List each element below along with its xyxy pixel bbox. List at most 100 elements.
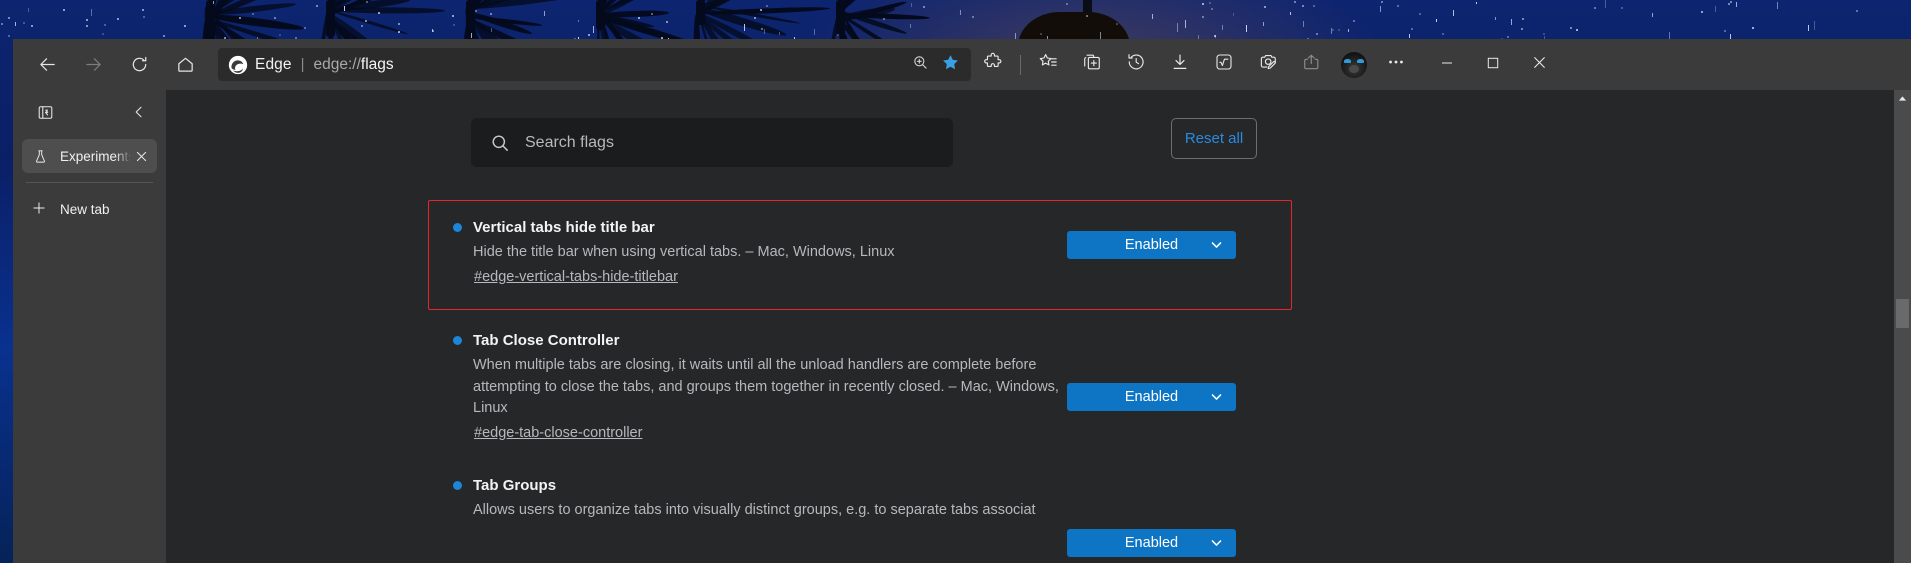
star [8, 35, 10, 37]
star [491, 28, 492, 33]
address-bar[interactable]: Edge | edge://flags [218, 48, 971, 81]
tab-close-button[interactable] [131, 146, 151, 166]
profile-avatar[interactable] [1341, 52, 1367, 78]
star [104, 24, 106, 26]
search-input[interactable] [525, 134, 905, 152]
screenshot-button[interactable] [1249, 49, 1287, 81]
star [475, 10, 477, 12]
tab-actions-button[interactable] [30, 101, 60, 129]
flag-state-dropdown[interactable]: Enabled [1067, 383, 1236, 411]
collections-button[interactable] [1029, 49, 1067, 81]
vertical-tab-strip: Experiments New tab [13, 90, 166, 563]
star [1724, 30, 1726, 32]
star [923, 6, 925, 8]
zoom-in-icon [912, 54, 929, 76]
star [910, 24, 911, 28]
forward-button[interactable] [75, 49, 111, 81]
extensions-button[interactable] [974, 49, 1012, 81]
flag-card-highlighted: Vertical tabs hide title bar Hide the ti… [428, 200, 1292, 310]
close-window-button[interactable] [1516, 39, 1562, 90]
star [1380, 6, 1381, 12]
flag-state-dropdown[interactable]: Enabled [1067, 231, 1236, 259]
edge-brand-label: Edge [255, 56, 292, 74]
share-button[interactable] [1293, 49, 1331, 81]
star [452, 15, 454, 17]
copy-plus-icon [1082, 52, 1102, 77]
star [666, 21, 668, 23]
back-button[interactable] [29, 49, 65, 81]
star [1233, 13, 1234, 16]
tabstrip-divider [26, 182, 153, 183]
avatar-eye-right [1357, 59, 1364, 63]
star [15, 22, 16, 27]
star [1338, 29, 1340, 31]
split-screen-button[interactable] [1073, 49, 1111, 81]
star [1086, 15, 1088, 17]
new-tab-button[interactable]: New tab [22, 192, 157, 226]
chevron-down-icon [1210, 537, 1223, 550]
palm-trunk [206, 0, 215, 39]
flag-state-dropdown[interactable]: Enabled [1067, 529, 1236, 557]
palm-frond [470, 0, 615, 12]
star [1476, 2, 1477, 4]
star [1185, 20, 1186, 28]
star [1294, 1, 1296, 3]
flag-content: Tab Groups Allows users to organize tabs… [453, 477, 1073, 522]
flag-description: Allows users to organize tabs into visua… [473, 500, 1073, 522]
flag-title: Tab Groups [453, 477, 1073, 494]
palm-trunk [326, 0, 335, 37]
flag-title-text: Vertical tabs hide title bar [473, 219, 655, 236]
star [1177, 23, 1178, 32]
star [274, 17, 276, 19]
star [1752, 27, 1754, 29]
star [490, 13, 492, 15]
favorite-button[interactable] [935, 51, 965, 79]
flag-hash-link[interactable]: #edge-vertical-tabs-hide-titlebar [474, 269, 678, 285]
search-flags-box[interactable] [471, 118, 953, 167]
star [23, 22, 25, 24]
flag-hash-link[interactable]: #edge-tab-close-controller [474, 425, 642, 441]
star [779, 32, 780, 35]
history-button[interactable] [1117, 49, 1155, 81]
home-button[interactable] [167, 49, 203, 81]
collapse-tabstrip-button[interactable] [124, 101, 154, 129]
maximize-icon [1487, 56, 1499, 74]
star [86, 19, 88, 21]
star [588, 34, 590, 36]
scroll-up-arrow-icon[interactable] [1894, 90, 1911, 107]
flask-icon [33, 149, 51, 164]
refresh-button[interactable] [121, 49, 157, 81]
maximize-button[interactable] [1470, 39, 1516, 90]
star [102, 33, 104, 35]
chevron-left-icon [131, 104, 147, 125]
downloads-button[interactable] [1161, 49, 1199, 81]
page-scrollbar[interactable] [1894, 90, 1911, 563]
search-icon [490, 133, 510, 153]
star [638, 17, 640, 19]
avatar-muzzle [1349, 65, 1359, 73]
star [163, 35, 165, 37]
star [593, 26, 594, 33]
star [578, 20, 579, 22]
math-solver-button[interactable] [1205, 49, 1243, 81]
star [1814, 21, 1815, 29]
scrollbar-thumb[interactable] [1896, 299, 1909, 328]
star [1202, 3, 1204, 5]
sidebar-item-experiments[interactable]: Experiments [22, 139, 157, 173]
star [1777, 2, 1778, 9]
reset-all-button[interactable]: Reset all [1171, 118, 1257, 159]
zoom-in-button[interactable] [905, 51, 935, 79]
star [86, 25, 88, 27]
star [1543, 33, 1545, 35]
star [1808, 25, 1809, 31]
more-options-button[interactable] [1377, 49, 1415, 81]
star [972, 16, 974, 18]
minimize-button[interactable] [1424, 39, 1470, 90]
star [1419, 13, 1421, 15]
star [143, 16, 145, 18]
star [1066, 3, 1068, 5]
flags-header: Reset all [166, 90, 1911, 166]
url-scheme: edge:// [314, 56, 361, 73]
star [142, 9, 144, 11]
star [1856, 10, 1858, 12]
